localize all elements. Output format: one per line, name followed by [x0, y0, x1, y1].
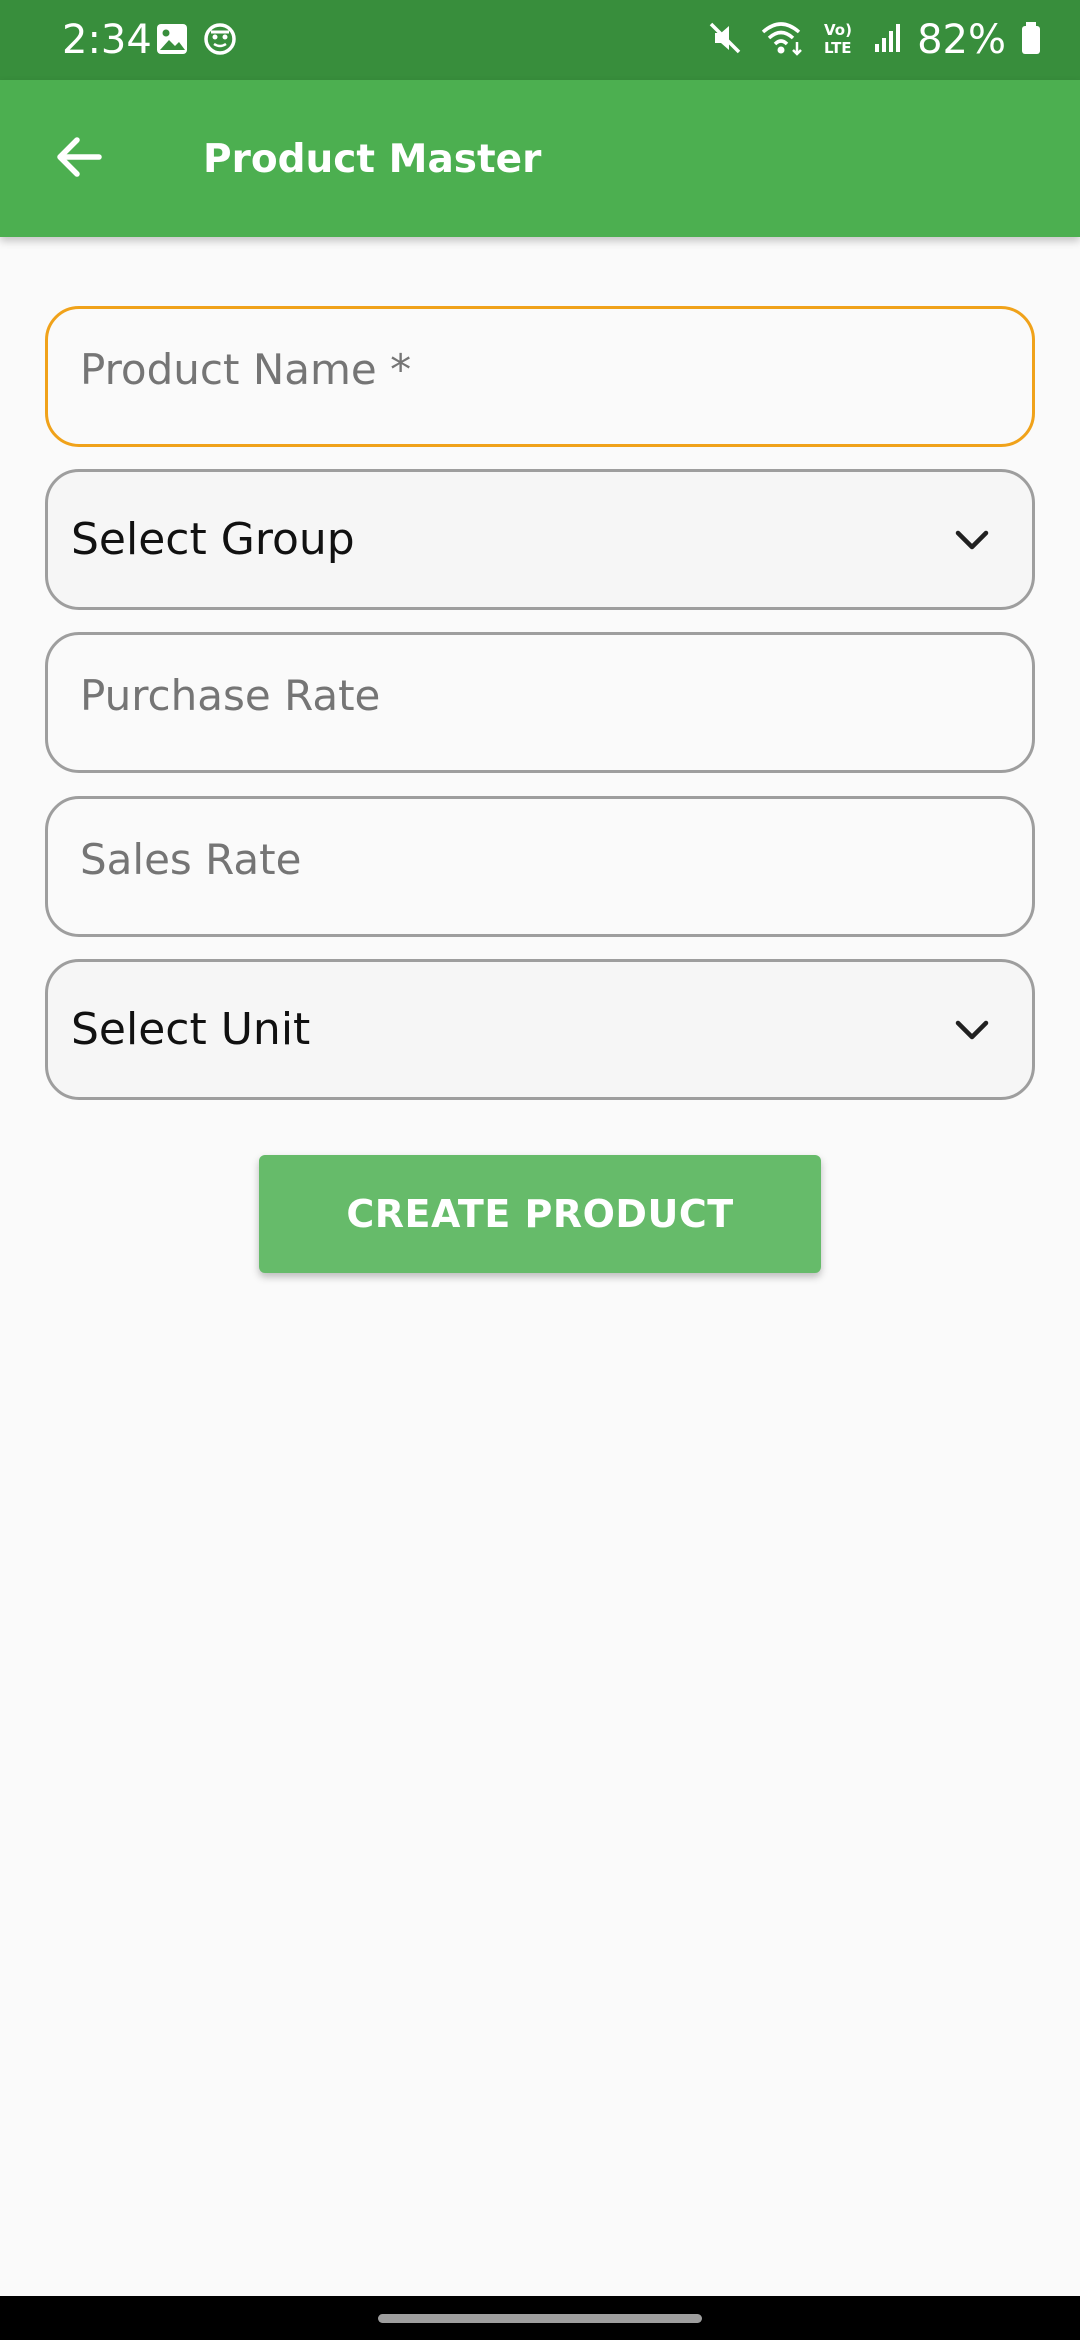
svg-text:Vo): Vo) [824, 21, 852, 39]
svg-text:LTE: LTE [824, 39, 852, 57]
select-unit-dropdown[interactable]: Select Unit [45, 959, 1035, 1100]
select-unit-label: Select Unit [71, 1004, 311, 1055]
chevron-down-icon [950, 1008, 994, 1052]
chevron-down-icon [950, 518, 994, 562]
product-name-field-container [45, 306, 1035, 447]
status-notification-icons [155, 22, 237, 60]
signal-icon [873, 18, 903, 62]
volte-icon: Vo) LTE [821, 18, 859, 62]
product-name-input[interactable] [48, 309, 1032, 444]
status-time: 2:34 [62, 17, 152, 63]
purchase-rate-input[interactable] [48, 635, 1032, 770]
app-bar: Product Master [0, 80, 1080, 237]
wifi-icon [759, 18, 807, 62]
status-system-icons: Vo) LTE 82% [705, 14, 1042, 66]
arrow-left-icon [53, 131, 105, 187]
app-notification-icon [203, 22, 237, 60]
status-bar: 2:34 Vo) LTE 82% [0, 0, 1080, 80]
battery-percentage: 82% [917, 17, 1006, 63]
battery-icon [1020, 18, 1042, 62]
sales-rate-input[interactable] [48, 799, 1032, 934]
select-group-dropdown[interactable]: Select Group [45, 469, 1035, 610]
purchase-rate-field-container [45, 632, 1035, 773]
home-indicator[interactable] [378, 2314, 702, 2323]
page-title: Product Master [203, 137, 542, 182]
sales-rate-field-container [45, 796, 1035, 937]
mute-icon [705, 18, 745, 62]
select-group-label: Select Group [71, 514, 355, 565]
back-button[interactable] [44, 124, 114, 194]
navigation-bar [0, 2296, 1080, 2340]
gallery-icon [155, 22, 189, 60]
create-product-button[interactable]: CREATE PRODUCT [259, 1155, 821, 1273]
